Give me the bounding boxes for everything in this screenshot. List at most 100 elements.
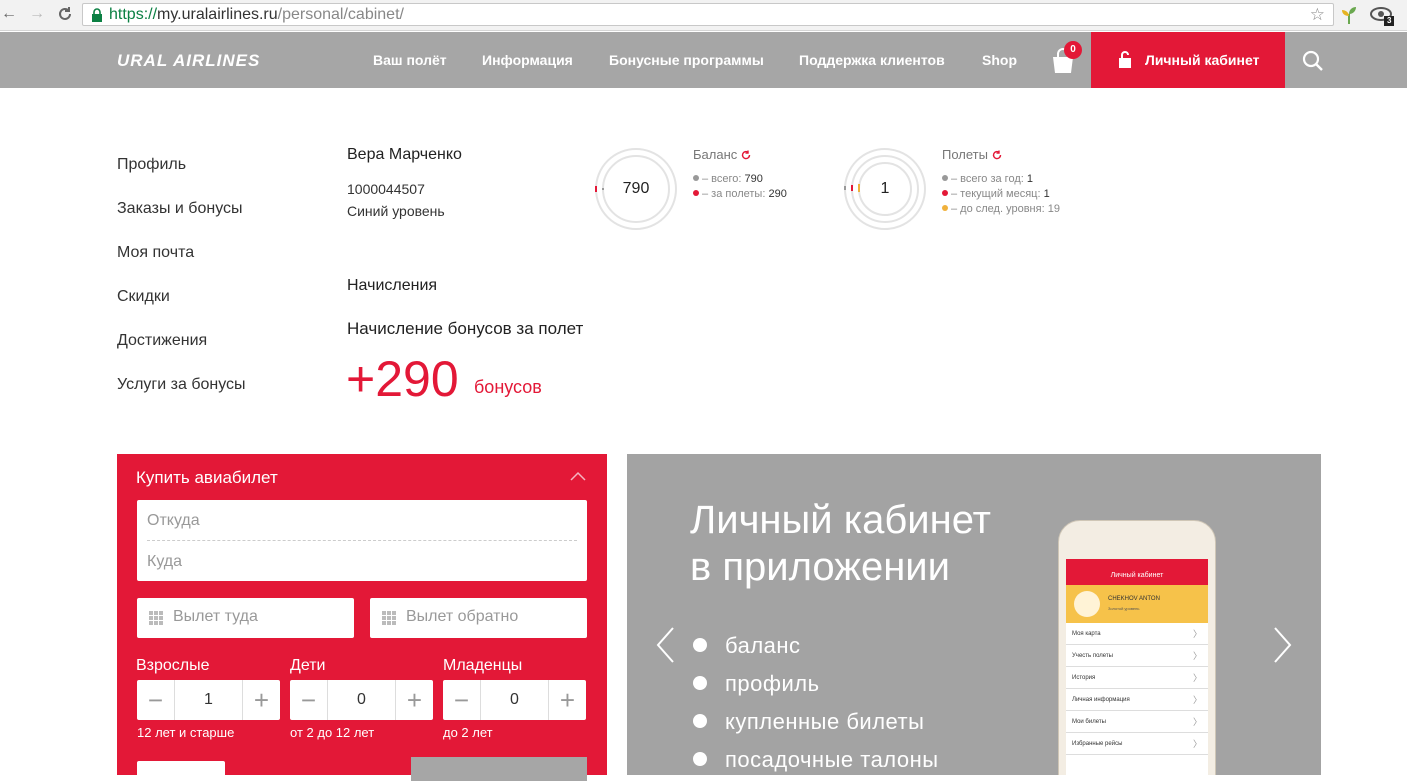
refresh-icon[interactable] <box>741 150 751 160</box>
browser-toolbar: ← → https://my.uralairlines.ru/personal/… <box>0 0 1407 31</box>
back-icon[interactable]: ← <box>0 5 18 23</box>
address-bar[interactable]: https://my.uralairlines.ru/personal/cabi… <box>82 3 1334 26</box>
nav-bonus-programs[interactable]: Бонусные программы <box>609 52 764 68</box>
infants-note: до 2 лет <box>443 725 493 740</box>
reload-icon[interactable] <box>56 5 74 23</box>
children-stepper: − 0 + <box>290 680 433 720</box>
accruals-subtitle: Начисление бонусов за полет <box>347 319 584 338</box>
accruals-amount: +290 <box>346 351 459 407</box>
adults-note: 12 лет и старше <box>137 725 235 740</box>
phone-status-bar <box>1066 559 1208 566</box>
phone-list-item: Мои билеты 〉 <box>1066 711 1208 733</box>
infants-stepper: − 0 + <box>443 680 586 720</box>
personal-cabinet-label: Личный кабинет <box>1145 52 1260 68</box>
promo-feature-item: профиль <box>693 671 820 697</box>
adults-value[interactable]: 1 <box>175 680 242 720</box>
sidebar-item-orders[interactable]: Заказы и бонусы <box>117 200 243 218</box>
infants-decrement-button[interactable]: − <box>443 680 481 720</box>
adults-stepper: − 1 + <box>137 680 280 720</box>
children-decrement-button[interactable]: − <box>290 680 328 720</box>
adults-increment-button[interactable]: + <box>242 680 280 720</box>
from-input[interactable]: Откуда <box>147 512 200 530</box>
phone-user-card: CHEKHOV ANTON Золотой уровень <box>1066 585 1208 623</box>
phone-app-bar: Личный кабинет <box>1066 566 1208 585</box>
children-value[interactable]: 0 <box>328 680 395 720</box>
adults-decrement-button[interactable]: − <box>137 680 175 720</box>
sidebar-item-profile[interactable]: Профиль <box>117 156 186 174</box>
chevron-right-icon[interactable] <box>1273 626 1293 664</box>
phone-list-item: Моя карта 〉 <box>1066 623 1208 645</box>
route-divider <box>147 540 577 541</box>
app-promo-banner: Личный кабинет в приложении баланс профи… <box>627 454 1321 775</box>
profile-number: 1000044507 <box>347 181 425 197</box>
profile-level: Синий уровень <box>347 203 445 219</box>
phone-mockup: Личный кабинет CHEKHOV ANTON Золотой уро… <box>1058 520 1216 775</box>
bookmark-star-icon[interactable]: ☆ <box>1310 5 1325 25</box>
infants-increment-button[interactable]: + <box>548 680 586 720</box>
return-date-placeholder: Вылет обратно <box>406 608 519 625</box>
route-fields: Откуда Куда <box>137 500 587 581</box>
buy-ticket-panel: Купить авиабилет Откуда Куда Вылет туда … <box>117 454 607 781</box>
promo-feature-item: баланс <box>693 633 801 659</box>
flights-value: 1 <box>880 180 890 197</box>
sidebar-item-achievements[interactable]: Достижения <box>117 332 207 350</box>
sidebar-item-bonus-services[interactable]: Услуги за бонусы <box>117 376 246 394</box>
phone-user-level: Золотой уровень <box>1108 606 1140 611</box>
flights-circle: 1 <box>843 147 927 231</box>
balance-value: 790 <box>622 180 650 197</box>
extension-leaf-icon[interactable] <box>1340 5 1358 25</box>
lock-icon <box>92 8 102 22</box>
promo-feature-item: купленные билеты <box>693 709 924 735</box>
promo-title: Личный кабинет в приложении <box>690 498 991 589</box>
chevron-left-icon[interactable] <box>655 626 675 664</box>
to-input[interactable]: Куда <box>147 553 182 571</box>
return-date-input[interactable]: Вылет обратно <box>370 598 587 638</box>
avatar <box>1074 591 1100 617</box>
nav-shop[interactable]: Shop <box>982 52 1017 68</box>
promo-code-field[interactable] <box>137 761 225 781</box>
search-icon[interactable] <box>1302 50 1324 72</box>
depart-date-input[interactable]: Вылет туда <box>137 598 354 638</box>
nav-information[interactable]: Информация <box>482 52 573 68</box>
phone-list-item: Избранные рейсы 〉 <box>1066 733 1208 755</box>
balance-title: Баланс <box>693 147 751 162</box>
depart-date-placeholder: Вылет туда <box>173 608 258 625</box>
children-note: от 2 до 12 лет <box>290 725 375 740</box>
flights-year: – всего за год: 1 <box>942 173 1033 185</box>
sidebar-item-discounts[interactable]: Скидки <box>117 288 170 306</box>
search-flights-button[interactable] <box>411 757 587 781</box>
phone-list-item: История 〉 <box>1066 667 1208 689</box>
refresh-icon[interactable] <box>992 150 1002 160</box>
sidebar-item-mail[interactable]: Моя почта <box>117 244 194 262</box>
extension-badge: 3 <box>1387 16 1392 25</box>
flights-next-level: – до след. уровня: 19 <box>942 203 1060 215</box>
calendar-icon <box>149 611 163 625</box>
balance-total: – всего: 790 <box>693 173 763 185</box>
accruals-title: Начисления <box>347 277 438 294</box>
infants-value[interactable]: 0 <box>481 680 548 720</box>
unlock-icon <box>1119 51 1131 68</box>
balance-flights: – за полеты: 290 <box>693 188 787 200</box>
promo-feature-item: посадочные талоны <box>693 747 939 773</box>
flights-month: – текущий месяц: 1 <box>942 188 1050 200</box>
chevron-up-icon[interactable] <box>570 471 586 481</box>
phone-screen: Личный кабинет CHEKHOV ANTON Золотой уро… <box>1066 559 1208 775</box>
personal-cabinet-button[interactable]: Личный кабинет <box>1091 32 1285 88</box>
logo[interactable]: URAL AIRLINES <box>117 51 260 71</box>
children-label: Дети <box>290 657 326 674</box>
phone-list-item: Учесть полеты 〉 <box>1066 645 1208 667</box>
profile-name: Вера Марченко <box>347 146 462 163</box>
nav-support[interactable]: Поддержка клиентов <box>799 52 945 68</box>
nav-your-flight[interactable]: Ваш полёт <box>373 52 447 68</box>
accruals-unit: бонусов <box>474 377 542 397</box>
url-text: https://my.uralairlines.ru/personal/cabi… <box>109 6 404 23</box>
cart-count-badge: 0 <box>1064 41 1082 59</box>
children-increment-button[interactable]: + <box>395 680 433 720</box>
infants-label: Младенцы <box>443 657 523 674</box>
balance-circle: 790 <box>594 147 678 231</box>
forward-icon[interactable]: → <box>28 5 46 23</box>
site-header: URAL AIRLINES Ваш полёт Информация Бонус… <box>0 32 1407 88</box>
buy-ticket-title: Купить авиабилет <box>136 468 278 487</box>
calendar-icon <box>382 611 396 625</box>
extension-eye-icon[interactable]: 3 <box>1370 4 1394 26</box>
